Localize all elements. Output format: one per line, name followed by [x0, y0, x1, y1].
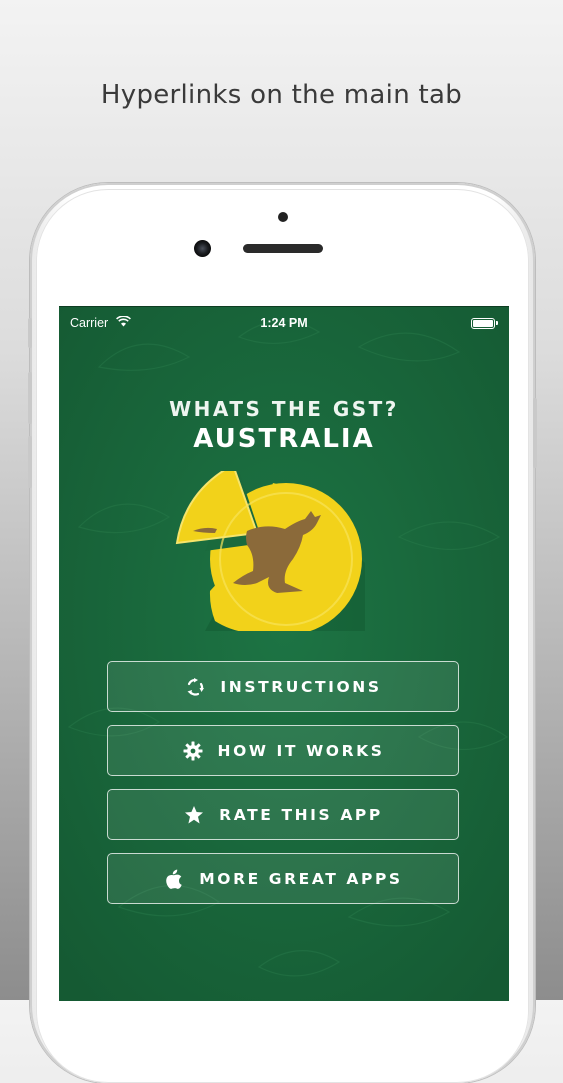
- volume-up-button: [28, 372, 32, 424]
- clock-label: 1:24 PM: [260, 316, 308, 330]
- how-it-works-button[interactable]: HOW IT WORKS: [107, 725, 459, 776]
- app-screen: Carrier 1:24 PM WHATS THE GST? AUSTRALIA: [59, 306, 509, 1001]
- apple-icon: [163, 868, 185, 890]
- instructions-button[interactable]: INSTRUCTIONS: [107, 661, 459, 712]
- battery-icon: [471, 318, 498, 329]
- kangaroo-pie-logo: [175, 471, 365, 631]
- front-camera: [194, 240, 211, 257]
- volume-down-button: [28, 436, 32, 488]
- more-great-apps-button[interactable]: MORE GREAT APPS: [107, 853, 459, 904]
- gear-icon: [182, 740, 204, 762]
- menu-label: INSTRUCTIONS: [220, 677, 382, 696]
- recycle-arrows-icon: [184, 676, 206, 698]
- star-icon: [183, 804, 205, 826]
- side-button: [28, 318, 32, 348]
- proximity-sensor: [278, 212, 288, 222]
- power-button: [533, 398, 537, 468]
- menu-label: MORE GREAT APPS: [199, 869, 403, 888]
- app-title-line2: AUSTRALIA: [193, 424, 375, 454]
- rate-this-app-button[interactable]: RATE THIS APP: [107, 789, 459, 840]
- earpiece-speaker: [243, 244, 323, 253]
- status-bar: Carrier 1:24 PM: [59, 307, 509, 339]
- menu-label: RATE THIS APP: [219, 805, 383, 824]
- caption-text: Hyperlinks on the main tab: [100, 80, 463, 110]
- menu-label: HOW IT WORKS: [217, 741, 385, 760]
- app-title-line1: WHATS THE GST?: [169, 397, 399, 421]
